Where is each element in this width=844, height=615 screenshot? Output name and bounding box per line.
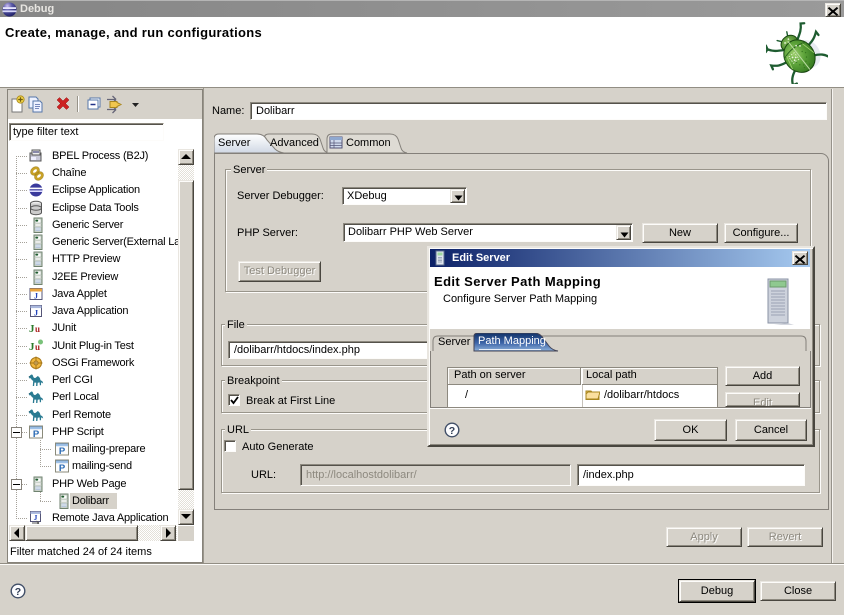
svg-text:P: P [33,429,40,440]
svg-text:P: P [59,463,66,474]
svg-text:u: u [35,324,40,334]
svg-text:P: P [59,446,66,457]
svg-text:?: ? [449,425,455,437]
svg-text:J: J [34,291,38,300]
svg-text:J: J [34,513,38,522]
svg-text:?: ? [15,586,21,598]
